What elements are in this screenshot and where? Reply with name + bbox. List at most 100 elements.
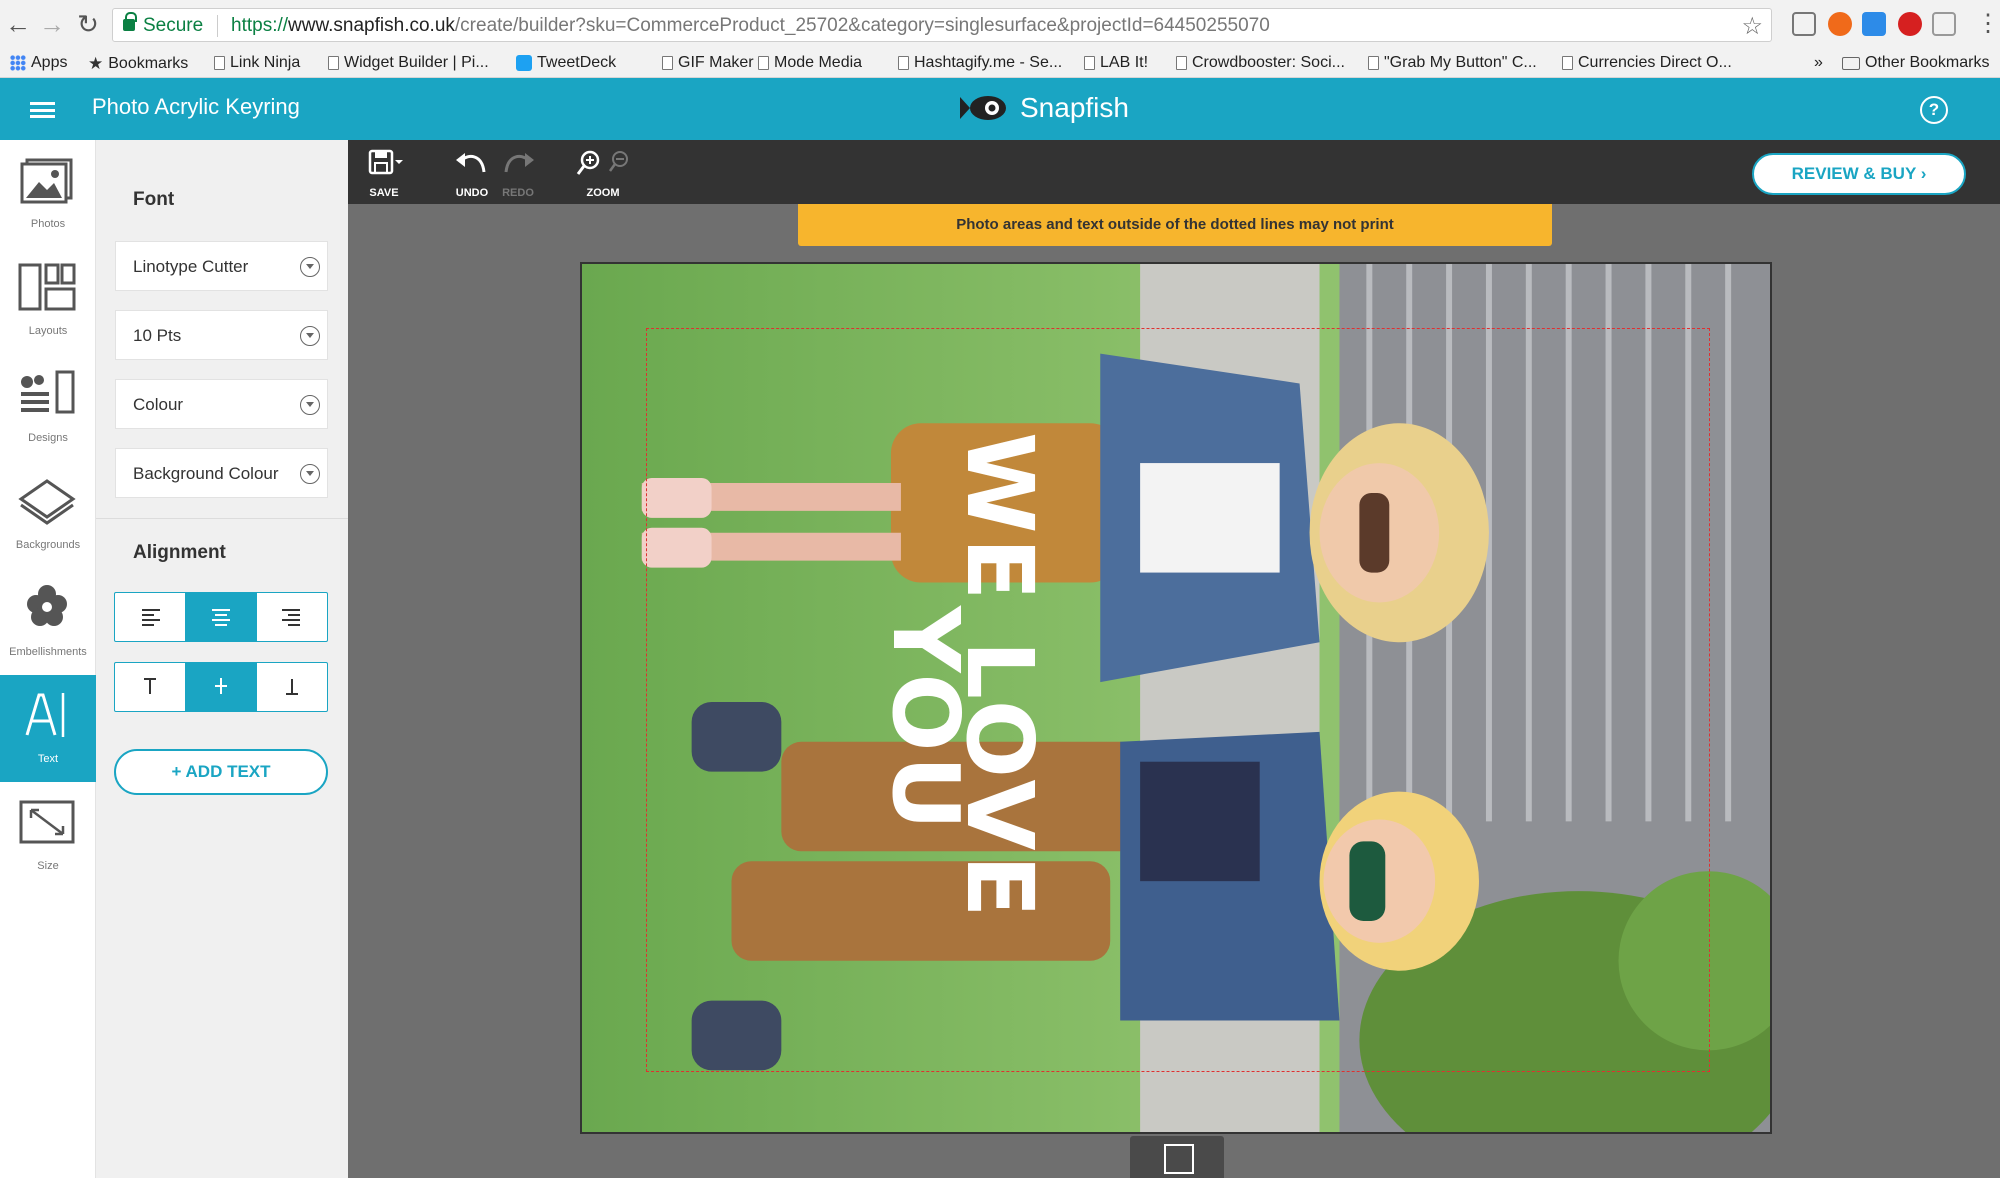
alignment-heading: Alignment	[133, 542, 226, 563]
bookmark-crowdbooster[interactable]: Crowdbooster: Soci...	[1176, 54, 1345, 72]
layouts-icon	[18, 263, 76, 311]
align-center-button[interactable]	[186, 593, 257, 641]
page-icon	[328, 56, 339, 70]
bookmark-apps[interactable]: Apps	[10, 54, 67, 72]
page-icon	[758, 56, 769, 70]
lock-icon	[123, 12, 137, 31]
align-top-button[interactable]	[115, 663, 186, 711]
align-middle-icon	[215, 678, 227, 694]
font-heading: Font	[133, 189, 175, 210]
app-header: Photo Acrylic Keyring Snapfish ?	[0, 78, 2000, 140]
embellishments-icon	[27, 585, 67, 626]
other-bookmarks[interactable]: Other Bookmarks	[1842, 54, 1989, 72]
browser-address-bar: ← → ↻ Secure https://www.snapfish.co.uk/…	[0, 0, 2000, 50]
panel-divider	[96, 518, 348, 519]
add-text-button[interactable]: + ADD TEXT	[114, 749, 328, 795]
bookmark-link-ninja[interactable]: Link Ninja	[214, 54, 300, 72]
backgrounds-icon	[18, 479, 76, 525]
chevron-down-icon	[300, 326, 320, 346]
rail-item-designs[interactable]: Designs	[0, 354, 96, 461]
bookmark-lab-it[interactable]: LAB It!	[1084, 54, 1148, 72]
reload-icon[interactable]: ↻	[74, 10, 102, 38]
adblock-icon[interactable]	[1898, 12, 1922, 36]
canvas-workspace: Photo areas and text outside of the dott…	[348, 204, 2000, 1178]
page-icon	[1084, 56, 1095, 70]
url-text: https://www.snapfish.co.uk/create/builde…	[231, 15, 1270, 36]
bookmark-gif-maker[interactable]: GIF Maker	[662, 54, 754, 72]
apps-grid-icon	[10, 55, 26, 71]
save-button[interactable]: SAVE	[358, 148, 410, 199]
bookmark-currencies-direct[interactable]: Currencies Direct O...	[1562, 54, 1732, 72]
align-right-button[interactable]	[257, 593, 327, 641]
product-title: Photo Acrylic Keyring	[92, 94, 300, 119]
undo-icon	[456, 153, 486, 173]
align-center-icon	[212, 609, 230, 626]
rail-item-text[interactable]: Text	[0, 675, 96, 782]
page-icon	[662, 56, 673, 70]
bookmark-tweetdeck[interactable]: TweetDeck	[516, 54, 616, 72]
bookmark-star-icon[interactable]: ☆	[1741, 12, 1763, 41]
bookmark-widget-builder[interactable]: Widget Builder | Pi...	[328, 54, 489, 72]
rail-item-size[interactable]: Size	[0, 782, 96, 889]
redo-icon	[504, 153, 534, 173]
photo-image[interactable]	[582, 264, 1770, 1132]
background-colour-select[interactable]: Background Colour	[115, 448, 328, 498]
text-properties-panel: Font Linotype Cutter 10 Pts Colour Backg…	[96, 140, 348, 1178]
brand-logo[interactable]: Snapfish	[958, 92, 1129, 124]
chevron-right-icon: ›	[1915, 164, 1927, 183]
tool-rail: Photos Layouts Designs Backgrounds Embel…	[0, 140, 96, 1178]
colour-select[interactable]: Colour	[115, 379, 328, 429]
horizontal-alignment-group	[114, 592, 328, 642]
orientation-toggle-icon[interactable]	[1130, 1136, 1224, 1178]
align-top-icon	[144, 678, 156, 694]
align-bottom-icon	[286, 679, 298, 695]
align-right-icon	[282, 609, 300, 626]
bookmark-grab-my-button[interactable]: "Grab My Button" C...	[1368, 54, 1537, 72]
vertical-alignment-group	[114, 662, 328, 712]
canvas-text-line-2[interactable]: YOU	[872, 606, 979, 834]
align-left-button[interactable]	[115, 593, 186, 641]
forward-icon[interactable]: →	[38, 10, 66, 38]
undo-button[interactable]: UNDO	[448, 148, 496, 199]
rail-item-backgrounds[interactable]: Backgrounds	[0, 461, 96, 568]
cast-icon[interactable]	[1792, 12, 1816, 36]
rail-item-layouts[interactable]: Layouts	[0, 247, 96, 354]
bookmark-hashtagify[interactable]: Hashtagify.me - Se...	[898, 54, 1062, 72]
fish-icon	[960, 96, 1006, 120]
star-icon: ★	[88, 54, 104, 73]
url-field[interactable]: Secure https://www.snapfish.co.uk/create…	[112, 8, 1772, 42]
tweetdeck-icon	[516, 55, 532, 71]
editor-toolbar: SAVE UNDO REDO ZOOM REVIEW & BUY ›	[348, 140, 2000, 204]
zoom-icon	[576, 150, 628, 175]
align-left-icon	[142, 609, 160, 626]
url-separator	[217, 15, 218, 37]
text-icon	[25, 693, 65, 737]
font-size-select[interactable]: 10 Pts	[115, 310, 328, 360]
page-icon	[1368, 56, 1379, 70]
hamburger-menu-icon[interactable]	[30, 102, 55, 118]
zoom-controls[interactable]: ZOOM	[568, 148, 638, 199]
chevron-down-icon	[300, 395, 320, 415]
redo-button[interactable]: REDO	[494, 148, 542, 199]
keyring-canvas[interactable]: WE LOVE YOU	[580, 262, 1772, 1134]
rail-item-photos[interactable]: Photos	[0, 140, 96, 247]
size-icon	[19, 800, 75, 844]
browser-menu-icon[interactable]: ⋮	[1976, 10, 2000, 38]
folder-icon	[1842, 56, 1860, 70]
align-bottom-button[interactable]	[257, 663, 327, 711]
align-middle-button[interactable]	[186, 663, 257, 711]
help-icon[interactable]: ?	[1920, 96, 1948, 124]
extension-orange-icon[interactable]	[1828, 12, 1852, 36]
rail-item-embellishments[interactable]: Embellishments	[0, 568, 96, 675]
bookmark-bookmarks[interactable]: ★ Bookmarks	[88, 54, 188, 74]
extension-check-icon[interactable]	[1932, 12, 1956, 36]
bookmark-mode-media[interactable]: Mode Media	[758, 54, 862, 72]
extension-blue-icon[interactable]	[1862, 12, 1886, 36]
review-and-buy-button[interactable]: REVIEW & BUY ›	[1752, 153, 1966, 195]
chevron-down-icon	[300, 257, 320, 277]
font-family-select[interactable]: Linotype Cutter	[115, 241, 328, 291]
back-icon[interactable]: ←	[4, 10, 32, 38]
plus-icon: +	[171, 762, 186, 781]
save-icon	[368, 149, 403, 175]
bookmarks-overflow[interactable]: »	[1814, 54, 1823, 72]
